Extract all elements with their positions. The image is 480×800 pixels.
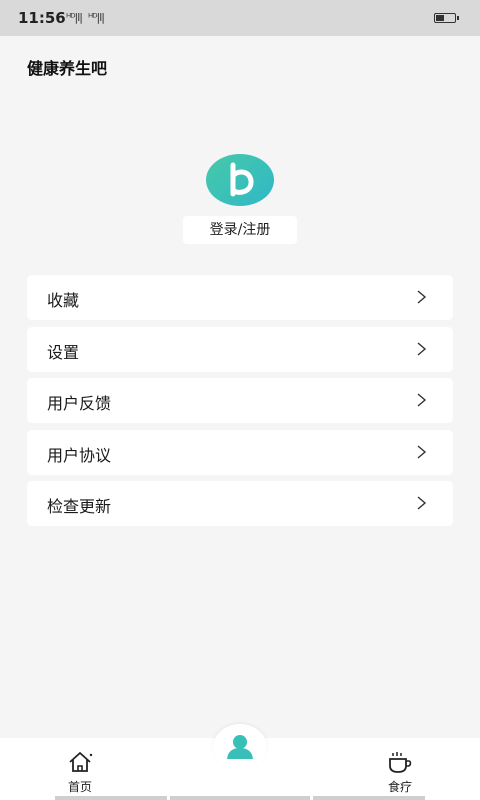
menu-item-user-agreement[interactable]: 用户协议 (27, 429, 453, 475)
cup-icon (389, 752, 412, 773)
b-logo-icon (230, 162, 254, 197)
chevron-right-icon (417, 290, 427, 304)
home-icon (69, 752, 93, 772)
chevron-right-icon (417, 393, 427, 407)
menu-item-label: 检查更新 (47, 497, 112, 516)
status-time: 11:56 (18, 9, 66, 27)
avatar[interactable] (206, 154, 274, 206)
tab-home[interactable]: 首页 (35, 738, 125, 800)
tab-label: 首页 (67, 780, 92, 794)
menu-item-label: 收藏 (47, 291, 80, 310)
menu-item-label: 设置 (47, 342, 80, 362)
status-bar: 11:56 ᴴᴰ|l| ᴴᴰ|l| (0, 0, 480, 36)
signal-icon-2: ᴴᴰ|l| (88, 11, 105, 24)
battery-icon (434, 13, 459, 23)
nav-indicator (170, 796, 310, 800)
nav-indicator (55, 796, 167, 800)
login-register-button[interactable]: 登录/注册 (183, 216, 297, 244)
tab-diet-therapy[interactable]: 食疗 (355, 738, 445, 800)
chevron-right-icon (417, 444, 427, 459)
nav-indicator (313, 796, 425, 800)
chevron-right-icon (417, 341, 427, 356)
chevron-right-icon (417, 496, 427, 510)
tab-profile[interactable] (213, 724, 267, 770)
signal-icon: ᴴᴰ|l| (66, 11, 83, 24)
menu-item-check-update[interactable]: 检查更新 (27, 481, 453, 526)
menu-item-favorites[interactable]: 收藏 (27, 275, 453, 320)
tab-label: 食疗 (387, 780, 412, 794)
menu-item-label: 用户协议 (47, 445, 112, 465)
settings-menu: 收藏 设置 用户反馈 用户协议 检查更新 (27, 275, 453, 533)
user-icon (227, 735, 253, 759)
menu-item-settings[interactable]: 设置 (27, 326, 453, 372)
page-title: 健康养生吧 (27, 59, 108, 78)
menu-item-label: 用户反馈 (47, 394, 112, 413)
menu-item-feedback[interactable]: 用户反馈 (27, 378, 453, 423)
